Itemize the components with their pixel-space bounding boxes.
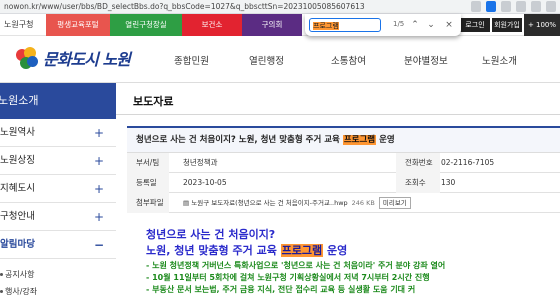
bullet-icon	[0, 290, 3, 293]
meta-row-date: 등록일 2023-10-05 조회수 130	[127, 173, 560, 193]
subject-text: 청년으로 사는 건 처음이지? 노원, 청년 맞춤형 주거 교육	[136, 135, 343, 145]
sidebar-item-label: 구청안내	[0, 211, 35, 222]
article-subject: 청년으로 사는 건 처음이지? 노원, 청년 맞춤형 주거 교육 프로그램 운영	[127, 128, 560, 153]
title-divider	[116, 114, 560, 115]
page-title: 보도자료	[133, 95, 174, 108]
expand-icon[interactable]: +	[94, 147, 104, 175]
dept-label: 부서/팀	[127, 153, 169, 173]
tab-label: 열린구청장실	[125, 20, 167, 29]
phone-label: 전화번호	[396, 153, 440, 173]
headline-text: 노원, 청년 맞춤형 주거 교육	[146, 244, 281, 257]
dept-value: 청년정책과	[183, 158, 218, 167]
browser-address-bar[interactable]: nowon.kr/www/user/bbs/BD_selectBbs.do?q_…	[0, 0, 560, 14]
bookmark-icon[interactable]	[516, 1, 526, 12]
nav-communication[interactable]: 소통참여	[331, 53, 366, 67]
body-headline-2: 노원, 청년 맞춤형 주거 교육 프로그램 운영	[146, 242, 560, 260]
tab-lifelong-education[interactable]: 평생교육포털	[46, 14, 110, 36]
sidebar-subitem-events[interactable]: 행사/강좌	[0, 286, 116, 297]
find-icon[interactable]	[486, 1, 496, 12]
sidebar-item-symbols[interactable]: 노원상징 +	[0, 147, 116, 175]
meta-row-attachment: 첨부파일 ▤ 노원구 보도자료(청년으로 사는 건 처음이지-주거교..hwp 2…	[127, 193, 560, 213]
headline-highlight: 프로그램	[280, 244, 324, 257]
site-header: 문화도시 노원 종합민원 열린행정 소통참여 분야별정보 노원소개	[0, 36, 560, 83]
tab-health-center[interactable]: 보건소	[182, 14, 242, 36]
share-icon[interactable]	[501, 1, 511, 12]
find-next-button[interactable]: ⌄	[425, 18, 437, 32]
meta-row-dept: 부서/팀 청년정책과 전화번호 02-2116-7105	[127, 153, 560, 173]
find-close-button[interactable]: ×	[443, 18, 455, 32]
tab-label: 구의회	[261, 20, 283, 29]
attachment-size: 246 KB	[351, 199, 375, 207]
attachment: ▤ 노원구 보도자료(청년으로 사는 건 처음이지-주거교..hwp 246 KB…	[183, 193, 411, 213]
sidebar-item-label: 노원역사	[0, 127, 35, 138]
sidebar-title: 노원소개	[0, 83, 116, 119]
file-icon: ▤	[183, 199, 190, 207]
find-in-page-bar: 프로그램 1/5 ⌃ ⌄ ×	[305, 14, 461, 36]
expand-icon[interactable]: +	[94, 119, 104, 147]
home-link[interactable]: 노원구청	[4, 19, 33, 30]
nav-field-info[interactable]: 분야별정보	[404, 53, 448, 67]
sidebar-item-label: 지혜도시	[0, 183, 35, 194]
browser-toolbar-icons	[471, 1, 556, 12]
tab-mayor-office[interactable]: 열린구청장실	[110, 14, 182, 36]
sidebar-item-label: 노원상징	[0, 155, 35, 166]
zoom-control[interactable]: + 100% −	[524, 14, 560, 51]
url-text[interactable]: nowon.kr/www/user/bbs/BD_selectBbs.do?q_…	[4, 2, 365, 11]
article-body: 청년으로 사는 건 처음이지? 노원, 청년 맞춤형 주거 교육 프로그램 운영…	[146, 228, 560, 296]
logo-text: 문화도시 노원	[43, 50, 131, 69]
phone-value: 02-2116-7105	[441, 158, 495, 167]
find-query: 프로그램	[313, 22, 339, 30]
sidebar-item-label: 알림마당	[0, 239, 35, 250]
views-value: 130	[441, 178, 456, 187]
expand-icon[interactable]: +	[94, 203, 104, 231]
join-button[interactable]: 회원가입	[492, 18, 522, 32]
sidebar-item-notice-board[interactable]: 알림마당 −	[0, 231, 116, 259]
logo-mark-icon	[14, 45, 40, 71]
sidebar-subitem-notices[interactable]: 공지사항	[0, 269, 116, 280]
preview-button[interactable]: 미리보기	[378, 197, 411, 209]
tab-label: 평생교육포털	[57, 20, 99, 29]
attachment-link[interactable]: 노원구 보도자료(청년으로 사는 건 처음이지-주거교..hwp	[191, 199, 347, 207]
headline-text-end: 운영	[323, 244, 348, 257]
sidebar-title-text: 노원소개	[0, 94, 39, 107]
extensions-icon[interactable]	[531, 1, 541, 12]
subject-text-end: 운영	[376, 135, 395, 145]
nav-about-nowon[interactable]: 노원소개	[482, 53, 517, 67]
body-bullet: - 부동산 문서 보는법, 주거 금융 지식, 전단 접수리 교육 등 실생활 …	[146, 285, 416, 294]
utility-bar: 노원구청 평생교육포털 열린구청장실 보건소 구의회 로그인 회원가입 + 10…	[0, 14, 560, 51]
expand-icon[interactable]: +	[94, 175, 104, 203]
sidebar-item-history[interactable]: 노원역사 +	[0, 119, 116, 147]
collapse-icon[interactable]: −	[94, 231, 104, 259]
subject-highlight: 프로그램	[342, 135, 377, 145]
bullet-icon	[0, 273, 3, 276]
nav-civil-service[interactable]: 종합민원	[174, 53, 209, 67]
body-bullet: - 10월 11일부터 5회차에 걸쳐 노원구청 기획상황실에서 저녁 7시부터…	[146, 273, 430, 282]
body-headline-1: 청년으로 사는 건 처음이지?	[146, 228, 276, 241]
find-previous-button[interactable]: ⌃	[409, 18, 421, 32]
find-count: 1/5	[393, 20, 405, 28]
tab-label: 보건소	[201, 20, 223, 29]
body-bullet: - 노원 청년정책 거버넌스 특화사업으로 '청년으로 사는 건 처음이라' 주…	[146, 261, 446, 270]
sidebar-subitem-label: 행사/강좌	[5, 287, 38, 296]
date-value: 2023-10-05	[183, 178, 227, 187]
site-logo[interactable]: 문화도시 노원	[14, 45, 131, 71]
date-label: 등록일	[127, 173, 169, 193]
profile-icon[interactable]	[546, 1, 556, 12]
tab-council[interactable]: 구의회	[242, 14, 302, 36]
sidebar-item-wisdom-city[interactable]: 지혜도시 +	[0, 175, 116, 203]
sidebar-subitem-label: 공지사항	[5, 270, 35, 279]
nav-open-administration[interactable]: 열린행정	[249, 53, 284, 67]
attach-label: 첨부파일	[127, 193, 169, 213]
sidebar-item-office-guide[interactable]: 구청안내 +	[0, 203, 116, 231]
login-button[interactable]: 로그인	[460, 18, 490, 32]
views-label: 조회수	[396, 173, 440, 193]
zoom-icon[interactable]	[471, 1, 481, 12]
find-input[interactable]: 프로그램	[309, 18, 381, 32]
